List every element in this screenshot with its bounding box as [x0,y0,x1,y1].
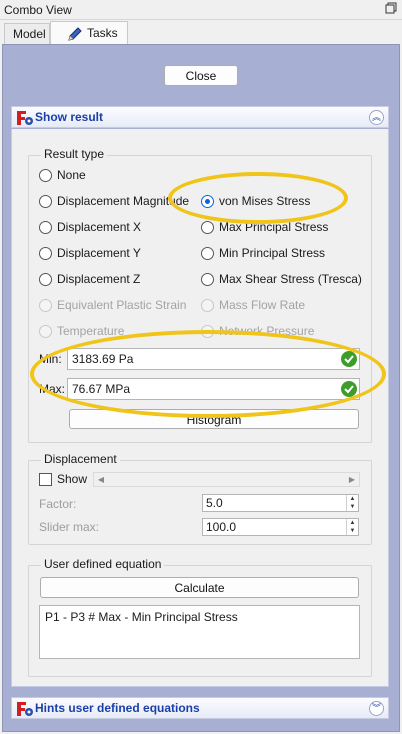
result-type-title: Result type [41,147,108,161]
radio-dot [201,221,214,234]
tab-tasks-label: Tasks [87,26,118,40]
equation-textarea[interactable]: P1 - P3 # Max - Min Principal Stress [39,605,360,659]
slider-right-arrow-icon[interactable]: ▶ [345,473,359,486]
radio-none-label: None [57,168,86,182]
displacement-slider[interactable]: ◀ ▶ [93,472,360,487]
hints-header[interactable]: Hints user defined equations ︾ [11,697,389,719]
collapse-up-icon[interactable]: ︽ [369,110,384,125]
show-label: Show [57,472,88,486]
radio-dot [201,273,214,286]
radio-network-pressure-label: Network Pressure [219,324,315,338]
radio-dot-selected [201,195,214,208]
radio-mass-flow-rate-label: Mass Flow Rate [219,298,306,312]
show-result-header[interactable]: Show result ︽ [11,106,389,128]
radio-displacement-x-label: Displacement X [57,220,142,234]
radio-dot [201,325,214,338]
checkmark-icon [341,381,357,397]
slider-max-label: Slider max: [39,520,100,534]
radio-max-principal-stress-label: Max Principal Stress [219,220,329,234]
factor-label: Factor: [39,497,77,511]
calculate-button[interactable]: Calculate [40,577,359,598]
max-label: Max: [39,382,66,396]
pencil-icon [68,27,82,41]
show-displacement-checkbox[interactable] [39,473,52,486]
radio-displacement-y-label: Displacement Y [57,246,141,260]
hints-title: Hints user defined equations [35,701,200,715]
undock-icon[interactable] [385,2,397,14]
checkmark-icon [341,351,357,367]
factor-spinbox[interactable]: 5.0 ▲ ▼ [202,494,359,512]
freecad-fem-icon [17,111,33,125]
min-value: 3183.69 Pa [72,352,134,366]
radio-displacement-z-label: Displacement Z [57,272,141,286]
equation-text: P1 - P3 # Max - Min Principal Stress [45,610,238,624]
freecad-fem-icon [17,702,33,716]
expand-down-icon[interactable]: ︾ [369,701,384,716]
radio-von-mises-stress-label: von Mises Stress [219,194,311,208]
displacement-title: Displacement [41,452,120,466]
show-result-title: Show result [35,110,104,124]
radio-min-principal-stress-label: Min Principal Stress [219,246,326,260]
max-value: 76.67 MPa [72,382,131,396]
radio-dot [39,195,52,208]
user-equation-title: User defined equation [41,557,165,571]
tab-model[interactable]: Model [4,23,50,45]
histogram-button[interactable]: Histogram [69,409,359,429]
slider-left-arrow-icon[interactable]: ◀ [94,473,108,486]
combo-view-titlebar: Combo View [0,0,402,20]
radio-temperature-label: Temperature [57,324,125,338]
radio-dot [201,299,214,312]
radio-displacement-magnitude-label: Displacement Magnitude [57,194,190,208]
radio-dot [39,221,52,234]
min-value-field[interactable]: 3183.69 Pa [67,348,360,370]
radio-equivalent-plastic-strain-label: Equivalent Plastic Strain [57,298,187,312]
slider-max-spinbox[interactable]: 100.0 ▲ ▼ [202,518,359,536]
slider-max-value: 100.0 [206,520,237,534]
radio-dot [39,273,52,286]
radio-dot [39,325,52,338]
radio-dot [39,247,52,260]
factor-value: 5.0 [206,496,223,510]
tab-bar: Model Tasks [0,21,402,45]
tab-tasks[interactable]: Tasks [50,21,128,45]
max-value-field[interactable]: 76.67 MPa [67,378,360,400]
close-button[interactable]: Close [164,65,238,86]
tab-model-label: Model [13,27,46,41]
window-title: Combo View [4,3,72,17]
radio-dot [201,247,214,260]
radio-max-shear-stress-label: Max Shear Stress (Tresca) [219,272,362,286]
spin-arrows-icon[interactable]: ▲ ▼ [346,495,358,511]
min-label: Min: [39,352,62,366]
radio-dot [39,299,52,312]
radio-dot [39,169,52,182]
spin-arrows-icon[interactable]: ▲ ▼ [346,519,358,535]
